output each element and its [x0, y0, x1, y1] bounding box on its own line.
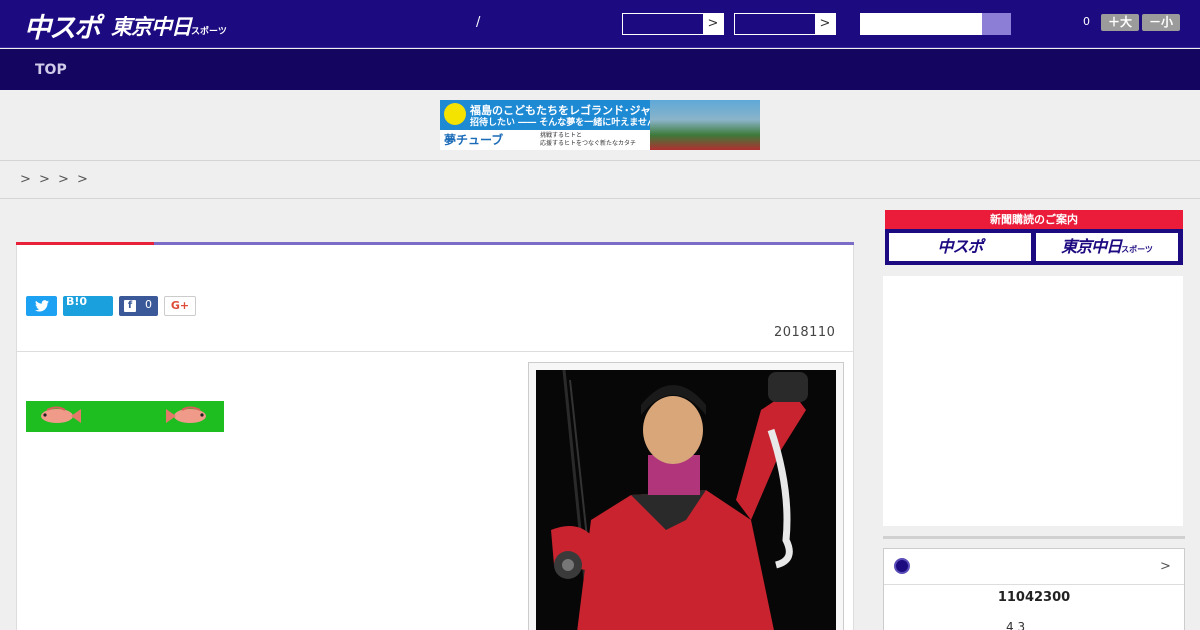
score-sub: 4 3 [1006, 620, 1026, 630]
subscribe-tokyo-small: スポーツ [1121, 245, 1153, 254]
banner-desc: 挑戦するヒトと 応援するヒトをつなぐ新たなカタチ [540, 132, 636, 148]
banner-desc-1: 挑戦するヒトと [540, 132, 583, 139]
banner-desc-2: 応援するヒトをつなぐ新たなカタチ [540, 140, 637, 147]
subscription-header: 新聞購読のご案内 [885, 210, 1183, 229]
article-date: 2018110 [774, 325, 836, 340]
sidebar-divider [883, 536, 1185, 539]
breadcrumb-separator: > [58, 172, 69, 187]
search-button[interactable] [982, 13, 1011, 35]
score-widget: > 11042300 4 3 [883, 548, 1185, 630]
logo-tokyo-text: 東京中日 [111, 15, 192, 39]
header-separator: / [476, 15, 481, 30]
site-header: 中スポ 東京中日スポーツ / > > 0 ＋大 －小 [0, 0, 1200, 48]
facebook-icon: f [124, 300, 136, 312]
sidebar-ad-slot[interactable] [883, 276, 1183, 526]
logo-tokyo-chunichi[interactable]: 東京中日スポーツ [111, 11, 227, 41]
main-nav: TOP [0, 49, 1200, 90]
fish-icon [41, 406, 81, 423]
yume-tube-banner[interactable]: 福島のこどもたちをレゴランド･ジャパンに 招待したい ―― そんな夢を一緒に叶え… [440, 100, 760, 150]
subscription-box: 新聞購読のご案内 中スポ 東京中日スポーツ [885, 210, 1183, 265]
article-accent-purple [154, 242, 854, 245]
banner-brand: 夢チューブ [444, 133, 504, 147]
logo-tokyo-small: スポーツ [191, 27, 227, 37]
twitter-icon [34, 300, 49, 312]
chevron-right-icon: > [815, 14, 835, 34]
fish-icon [166, 406, 206, 423]
banner-photo [650, 100, 760, 150]
font-bigger-button[interactable]: ＋大 [1101, 14, 1139, 31]
article-accent-red [16, 242, 154, 245]
banner-badge-icon [444, 103, 466, 125]
breadcrumb-separator: > [39, 172, 50, 187]
hatena-count: B!0 [66, 295, 88, 308]
logo-chuspo[interactable]: 中スポ [24, 6, 101, 45]
score-widget-header[interactable]: > [884, 549, 1184, 585]
chevron-right-icon: > [703, 14, 723, 34]
banner-area: 福島のこどもたちをレゴランド･ジャパンに 招待したい ―― そんな夢を一緒に叶え… [0, 90, 1200, 161]
search-input[interactable] [860, 13, 984, 35]
subscribe-chuspo-button[interactable]: 中スポ [889, 233, 1031, 261]
baseball-icon [894, 558, 910, 574]
fish-banner [26, 401, 224, 432]
breadcrumb-separator: > [77, 172, 88, 187]
article-divider [16, 351, 854, 352]
nav-item-top[interactable]: TOP [35, 62, 67, 78]
category-select-1[interactable]: > [622, 13, 724, 35]
article-photo[interactable] [536, 370, 836, 630]
category-select-2[interactable]: > [734, 13, 836, 35]
share-twitter-button[interactable] [26, 296, 57, 316]
breadcrumb-separator: > [20, 172, 31, 187]
banner-bottom: 夢チューブ 挑戦するヒトと 応援するヒトをつなぐ新たなカタチ [440, 130, 650, 150]
score-main: 11042300 [997, 590, 1071, 605]
facebook-count: 0 [145, 298, 152, 311]
chevron-right-icon[interactable]: > [1160, 559, 1171, 574]
share-hatena-button[interactable]: B!0 [63, 295, 113, 316]
font-size-count: 0 [1083, 15, 1090, 28]
breadcrumb: > > > > [0, 162, 1200, 199]
subscribe-tokyo-text: 東京中日 [1061, 237, 1122, 256]
banner-line-2: 招待したい ―― そんな夢を一緒に叶えませんか? [470, 118, 671, 128]
font-smaller-button[interactable]: －小 [1142, 14, 1180, 31]
share-facebook-button[interactable]: f 0 [119, 296, 158, 316]
angler-photo-illustration [536, 370, 836, 630]
share-google-plus-button[interactable]: G+ [164, 296, 196, 316]
subscribe-tokyo-button[interactable]: 東京中日スポーツ [1036, 233, 1178, 261]
